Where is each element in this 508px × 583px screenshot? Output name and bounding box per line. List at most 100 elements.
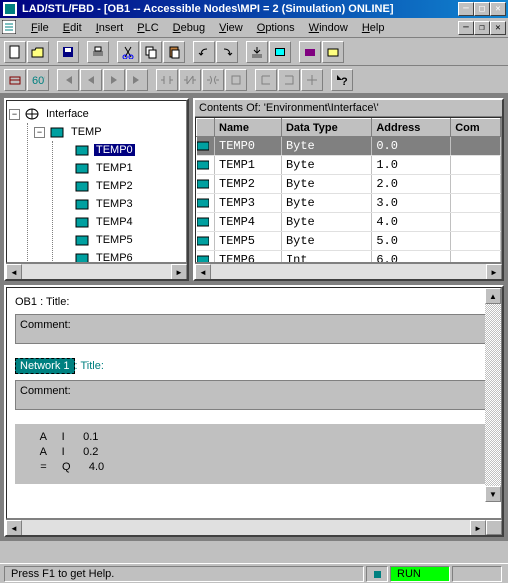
table-row[interactable]: TEMP0Byte0.0 (197, 137, 501, 156)
menu-window[interactable]: Window (302, 20, 355, 36)
tree-item[interactable]: TEMP6 (94, 252, 135, 263)
code-editor[interactable]: OB1 : Title: Comment: Network 1: Title: … (6, 287, 502, 519)
menu-options[interactable]: Options (250, 20, 302, 36)
tree-item[interactable]: TEMP3 (94, 198, 135, 210)
cell-name[interactable]: TEMP3 (215, 194, 282, 213)
copy-button[interactable] (140, 41, 162, 63)
column-header[interactable]: Address (372, 119, 451, 137)
cell-name[interactable]: TEMP6 (215, 251, 282, 264)
contact-neg-button[interactable] (179, 69, 201, 91)
scroll-right-icon[interactable]: ► (486, 264, 502, 280)
menu-file[interactable]: File (24, 20, 56, 36)
stl-code[interactable]: A I 0.1 A I 0.2 = Q 4.0 (15, 424, 493, 484)
mdi-close-button[interactable]: ✕ (490, 21, 506, 35)
tree-item[interactable]: TEMP5 (94, 234, 135, 246)
scroll-down-icon[interactable]: ▼ (485, 486, 501, 502)
table-row[interactable]: TEMP1Byte1.0 (197, 156, 501, 175)
monitor-toggle-button[interactable]: 60' (27, 69, 49, 91)
cut-button[interactable] (117, 41, 139, 63)
grid-scrollbar-h[interactable]: ◄ ► (195, 263, 502, 279)
expand-icon[interactable]: − (34, 127, 45, 138)
scroll-right-icon[interactable]: ► (171, 264, 187, 280)
column-header[interactable]: Name (215, 119, 282, 137)
menu-view[interactable]: View (212, 20, 250, 36)
cell-addr[interactable]: 1.0 (372, 156, 451, 175)
cell-name[interactable]: TEMP2 (215, 175, 282, 194)
goto-end-button[interactable] (126, 69, 148, 91)
contact-button[interactable] (156, 69, 178, 91)
save-button[interactable] (57, 41, 79, 63)
scroll-up-icon[interactable]: ▲ (485, 288, 501, 304)
tree-item[interactable]: TEMP4 (94, 216, 135, 228)
cell-name[interactable]: TEMP4 (215, 213, 282, 232)
code-line[interactable]: A I 0.2 (25, 445, 483, 460)
box-button[interactable] (225, 69, 247, 91)
tree-root-label[interactable]: Interface (44, 108, 91, 120)
expand-icon[interactable]: − (9, 109, 20, 120)
cell-type[interactable]: Byte (281, 213, 371, 232)
cell-addr[interactable]: 4.0 (372, 213, 451, 232)
close-button[interactable]: ✕ (490, 2, 506, 16)
tree-scrollbar-h[interactable]: ◄ ► (6, 263, 187, 279)
tree-item[interactable]: TEMP0 (94, 144, 135, 156)
network-label[interactable]: Network 1 (15, 358, 75, 374)
variable-grid[interactable]: NameData TypeAddressCom TEMP0Byte0.0TEMP… (195, 117, 502, 263)
scroll-right-icon[interactable]: ► (470, 520, 486, 536)
undo-button[interactable] (193, 41, 215, 63)
interface-tree[interactable]: − Interface − TEMP TEMP0 TEMP1 TEMP2 TEMP3 T… (6, 100, 187, 263)
redo-button[interactable] (216, 41, 238, 63)
goto-start-button[interactable] (57, 69, 79, 91)
simulate-button[interactable] (299, 41, 321, 63)
goto-next-button[interactable] (103, 69, 125, 91)
column-header[interactable]: Com (451, 119, 501, 137)
block-comment[interactable]: Comment: (15, 314, 493, 344)
reference-button[interactable] (322, 41, 344, 63)
mdi-restore-button[interactable]: ❐ (474, 21, 490, 35)
cell-type[interactable]: Byte (281, 194, 371, 213)
table-row[interactable]: TEMP3Byte3.0 (197, 194, 501, 213)
tree-item[interactable]: TEMP2 (94, 180, 135, 192)
code-scrollbar-v[interactable]: ▲ ▼ (485, 288, 501, 502)
help-button[interactable]: ? (331, 69, 353, 91)
tree-item[interactable]: TEMP1 (94, 162, 135, 174)
table-row[interactable]: TEMP2Byte2.0 (197, 175, 501, 194)
new-button[interactable] (4, 41, 26, 63)
network-comment[interactable]: Comment: (15, 380, 493, 410)
maximize-button[interactable]: □ (474, 2, 490, 16)
cell-type[interactable]: Int (281, 251, 371, 264)
mdi-minimize-button[interactable]: ─ (458, 21, 474, 35)
menu-insert[interactable]: Insert (89, 20, 131, 36)
minimize-button[interactable]: ─ (458, 2, 474, 16)
menu-edit[interactable]: Edit (56, 20, 89, 36)
cell-type[interactable]: Byte (281, 137, 371, 156)
branch-close-button[interactable] (278, 69, 300, 91)
code-line[interactable]: A I 0.1 (25, 430, 483, 445)
cell-name[interactable]: TEMP5 (215, 232, 282, 251)
code-scrollbar-h[interactable]: ◄ ► (6, 519, 502, 535)
cell-type[interactable]: Byte (281, 156, 371, 175)
connect-button[interactable] (301, 69, 323, 91)
goto-prev-button[interactable] (80, 69, 102, 91)
cell-name[interactable]: TEMP0 (215, 137, 282, 156)
cell-addr[interactable]: 2.0 (372, 175, 451, 194)
paste-button[interactable] (163, 41, 185, 63)
table-row[interactable]: TEMP5Byte5.0 (197, 232, 501, 251)
monitor-button[interactable] (269, 41, 291, 63)
open-button[interactable] (27, 41, 49, 63)
tree-temp-label[interactable]: TEMP (69, 126, 104, 138)
table-row[interactable]: TEMP4Byte4.0 (197, 213, 501, 232)
scroll-left-icon[interactable]: ◄ (195, 264, 211, 280)
cell-addr[interactable]: 6.0 (372, 251, 451, 264)
scroll-left-icon[interactable]: ◄ (6, 520, 22, 536)
cell-type[interactable]: Byte (281, 232, 371, 251)
network-button[interactable] (4, 69, 26, 91)
download-button[interactable] (246, 41, 268, 63)
print-button[interactable] (87, 41, 109, 63)
cell-addr[interactable]: 0.0 (372, 137, 451, 156)
menu-plc[interactable]: PLC (130, 20, 165, 36)
column-header[interactable]: Data Type (281, 119, 371, 137)
cell-addr[interactable]: 5.0 (372, 232, 451, 251)
scroll-left-icon[interactable]: ◄ (6, 264, 22, 280)
branch-open-button[interactable] (255, 69, 277, 91)
table-row[interactable]: TEMP6Int6.0 (197, 251, 501, 264)
